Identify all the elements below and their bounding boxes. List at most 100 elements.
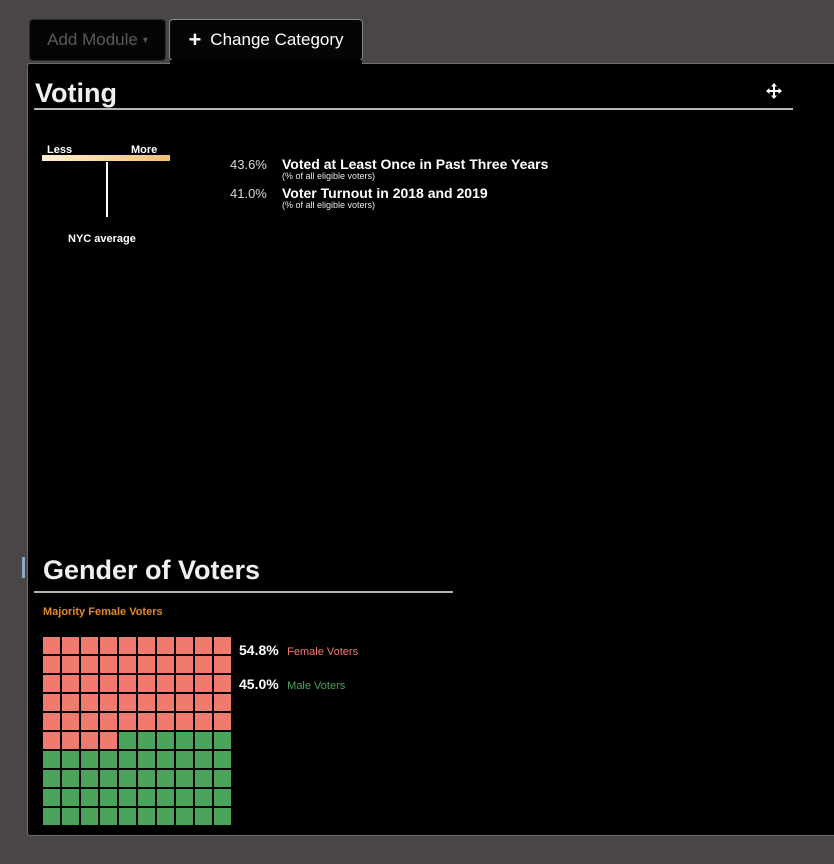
waffle-cell-female <box>119 694 136 711</box>
caret-down-icon: ▾ <box>142 34 148 46</box>
change-category-button[interactable]: + Change Category <box>169 19 363 61</box>
waffle-cell-female <box>195 637 212 654</box>
nyc-average-marker <box>106 162 108 217</box>
waffle-cell-female <box>62 713 79 730</box>
waffle-cell-male <box>157 751 174 768</box>
waffle-cell-male <box>100 770 117 787</box>
waffle-cell-male <box>138 808 155 825</box>
male-pct: 45.0% <box>239 676 279 692</box>
waffle-cell-female <box>100 675 117 692</box>
female-voters-stat: 54.8% Female Voters <box>239 642 358 660</box>
waffle-cell-female <box>214 637 231 654</box>
scale-gradient-bar <box>42 155 170 161</box>
waffle-cell-male <box>119 751 136 768</box>
metric-value: 43.6% <box>230 157 267 172</box>
waffle-cell-female <box>157 637 174 654</box>
waffle-cell-male <box>176 751 193 768</box>
waffle-cell-male <box>43 808 60 825</box>
waffle-cell-male <box>195 789 212 806</box>
waffle-cell-female <box>119 637 136 654</box>
waffle-cell-male <box>62 789 79 806</box>
waffle-cell-male <box>176 789 193 806</box>
metric-label: Voter Turnout in 2018 and 2019 <box>282 185 488 201</box>
waffle-cell-female <box>81 637 98 654</box>
gender-divider <box>34 591 453 593</box>
waffle-cell-female <box>81 675 98 692</box>
add-module-label: Add Module <box>47 30 138 49</box>
waffle-cell-male <box>100 751 117 768</box>
female-label: Female Voters <box>287 646 359 658</box>
nyc-average-label: NYC average <box>68 233 136 245</box>
metric-value: 41.0% <box>230 186 267 201</box>
waffle-cell-female <box>176 713 193 730</box>
waffle-cell-male <box>81 789 98 806</box>
waffle-cell-male <box>138 751 155 768</box>
waffle-cell-male <box>214 808 231 825</box>
waffle-cell-female <box>119 656 136 673</box>
waffle-cell-female <box>100 732 117 749</box>
voting-divider <box>34 108 793 110</box>
waffle-cell-male <box>157 770 174 787</box>
waffle-cell-male <box>62 770 79 787</box>
gender-title: Gender of Voters <box>43 555 261 585</box>
waffle-cell-female <box>62 637 79 654</box>
waffle-cell-male <box>81 808 98 825</box>
waffle-cell-female <box>214 694 231 711</box>
plus-icon: + <box>188 27 202 52</box>
waffle-cell-female <box>214 675 231 692</box>
waffle-cell-male <box>176 732 193 749</box>
waffle-cell-female <box>100 637 117 654</box>
change-category-label: Change Category <box>210 30 344 49</box>
waffle-cell-male <box>195 732 212 749</box>
waffle-cell-female <box>176 656 193 673</box>
add-module-button[interactable]: Add Module ▾ <box>29 19 166 61</box>
waffle-cell-male <box>62 808 79 825</box>
waffle-cell-female <box>157 675 174 692</box>
waffle-cell-male <box>214 732 231 749</box>
waffle-cell-male <box>214 789 231 806</box>
waffle-cell-female <box>195 675 212 692</box>
waffle-cell-female <box>138 694 155 711</box>
waffle-cell-female <box>81 713 98 730</box>
waffle-cell-male <box>119 732 136 749</box>
waffle-cell-male <box>100 808 117 825</box>
waffle-cell-male <box>195 770 212 787</box>
waffle-cell-male <box>119 808 136 825</box>
waffle-cell-male <box>138 789 155 806</box>
waffle-cell-female <box>81 732 98 749</box>
waffle-cell-female <box>138 713 155 730</box>
waffle-cell-female <box>43 656 60 673</box>
waffle-cell-female <box>157 694 174 711</box>
female-pct: 54.8% <box>239 642 279 658</box>
waffle-cell-male <box>138 770 155 787</box>
male-voters-stat: 45.0% Male Voters <box>239 676 345 694</box>
waffle-cell-female <box>195 713 212 730</box>
waffle-cell-male <box>157 808 174 825</box>
waffle-cell-female <box>43 675 60 692</box>
waffle-cell-male <box>43 770 60 787</box>
metric-sublabel: (% of all eligible voters) <box>282 171 376 181</box>
gender-waffle-chart <box>43 637 231 826</box>
waffle-cell-female <box>157 713 174 730</box>
waffle-cell-female <box>100 713 117 730</box>
waffle-cell-male <box>214 751 231 768</box>
waffle-cell-female <box>43 732 60 749</box>
waffle-cell-male <box>176 770 193 787</box>
waffle-cell-male <box>119 789 136 806</box>
waffle-cell-female <box>43 637 60 654</box>
move-arrows-icon[interactable] <box>765 82 783 100</box>
waffle-cell-female <box>100 656 117 673</box>
waffle-cell-female <box>100 694 117 711</box>
waffle-cell-female <box>81 656 98 673</box>
waffle-cell-female <box>138 656 155 673</box>
waffle-cell-female <box>176 637 193 654</box>
waffle-cell-female <box>214 713 231 730</box>
waffle-cell-male <box>43 789 60 806</box>
page: Add Module ▾ + Change Category Voting Le… <box>0 0 834 864</box>
male-label: Male Voters <box>287 680 346 692</box>
waffle-cell-male <box>157 789 174 806</box>
waffle-cell-female <box>214 656 231 673</box>
waffle-cell-female <box>81 694 98 711</box>
waffle-cell-male <box>62 751 79 768</box>
waffle-cell-male <box>100 789 117 806</box>
